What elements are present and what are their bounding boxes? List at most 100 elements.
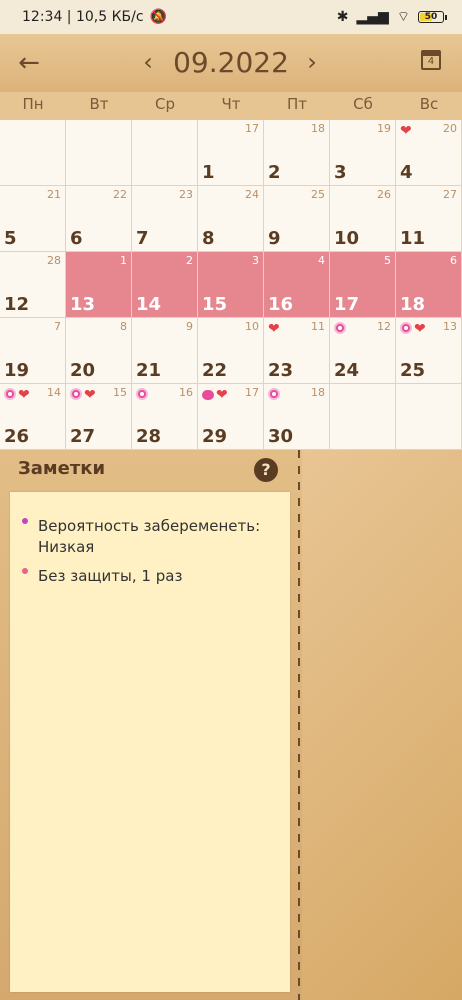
calendar-day-cell[interactable]: 8 20 [66, 318, 132, 384]
calendar-day-cell[interactable]: 16 28 [132, 384, 198, 450]
calendar-day-cell[interactable]: 9 21 [132, 318, 198, 384]
day-markers: ❤ [202, 388, 228, 402]
header: ← ‹ 09.2022 › 4 [0, 34, 462, 92]
bluetooth-icon: ✱ [336, 9, 349, 25]
calendar-day-cell[interactable]: 13 25 ❤ [396, 318, 462, 384]
cycle-day-label: 10 [245, 320, 259, 333]
day-markers: ❤ [400, 322, 426, 336]
heart-icon: ❤ [18, 387, 30, 403]
flower-icon [70, 388, 82, 400]
calendar-day-cell[interactable]: 26 10 [330, 186, 396, 252]
cycle-day-label: 13 [443, 320, 457, 333]
calendar-day-cell[interactable]: 18 30 [264, 384, 330, 450]
cycle-day-label: 21 [47, 188, 61, 201]
calendar-day-cell[interactable]: 10 22 [198, 318, 264, 384]
question-circle-icon[interactable]: ? [254, 458, 278, 482]
day-number: 3 [334, 162, 347, 183]
calendar-day-cell [0, 120, 66, 186]
cycle-day-label: 7 [54, 320, 61, 333]
flower-icon [400, 322, 412, 334]
calendar-day-cell [132, 120, 198, 186]
calendar-day-cell[interactable]: 20 4 ❤ [396, 120, 462, 186]
calendar-day-cell [66, 120, 132, 186]
calendar-day-cell[interactable]: 17 1 [198, 120, 264, 186]
day-number: 20 [70, 360, 96, 381]
calendar-grid: 17 1 18 2 19 3 20 4 ❤ 21 5 22 6 23 7 24 8 25 9 26 10 27 11 28 12… [0, 120, 462, 450]
weekday-wed: Ср [155, 95, 175, 113]
cycle-day-label: 28 [47, 254, 61, 267]
calendar-day-cell[interactable]: 28 12 [0, 252, 66, 318]
cycle-day-label: 26 [377, 188, 391, 201]
calendar-day-cell[interactable]: 11 23 ❤ [264, 318, 330, 384]
flower-icon [268, 388, 280, 400]
note-item: Без защиты, 1 раз [22, 566, 282, 587]
calendar-day-cell[interactable]: 12 24 [330, 318, 396, 384]
cycle-day-label: 1 [120, 254, 127, 267]
cycle-day-label: 4 [318, 254, 325, 267]
calendar-day-cell[interactable]: 25 9 [264, 186, 330, 252]
wifi-icon: ⌔ [396, 9, 410, 25]
day-number: 10 [334, 228, 360, 249]
calendar-day-cell[interactable]: 23 7 [132, 186, 198, 252]
calendar-day-cell[interactable]: 2 14 [132, 252, 198, 318]
today-button[interactable]: 4 [421, 46, 445, 70]
calendar-day-cell[interactable]: 27 11 [396, 186, 462, 252]
day-number: 14 [136, 294, 162, 315]
weekday-sun: Вс [419, 95, 439, 113]
calendar-day-cell[interactable]: 17 29 ❤ [198, 384, 264, 450]
day-markers: ❤ [70, 388, 96, 402]
notes-title: Заметки [18, 458, 106, 479]
status-time: 12:34 | 10,5 КБ/с [22, 9, 144, 25]
calendar-day-cell[interactable]: 5 17 [330, 252, 396, 318]
cycle-day-label: 27 [443, 188, 457, 201]
cycle-day-label: 17 [245, 386, 259, 399]
day-markers [268, 388, 280, 400]
day-number: 2 [268, 162, 281, 183]
calendar-day-cell[interactable]: 6 18 [396, 252, 462, 318]
day-number: 9 [268, 228, 281, 249]
weekday-sat: Сб [353, 95, 373, 113]
calendar-day-cell [396, 384, 462, 450]
day-number: 17 [334, 294, 360, 315]
calendar-day-cell[interactable]: 7 19 [0, 318, 66, 384]
notes-panel: Заметки ? Вероятность забеременеть: Низк… [0, 450, 302, 1000]
cycle-day-label: 15 [113, 386, 127, 399]
calendar-day-cell[interactable]: 4 16 [264, 252, 330, 318]
calendar-day-cell[interactable]: 22 6 [66, 186, 132, 252]
stitch-divider [298, 450, 300, 1000]
flower-icon [4, 388, 16, 400]
heart-icon: ❤ [216, 387, 228, 403]
calendar-day-cell[interactable]: 15 27 ❤ [66, 384, 132, 450]
day-number: 25 [400, 360, 426, 381]
calendar-day-cell[interactable]: 18 2 [264, 120, 330, 186]
weekday-header: Пн Вт Ср Чт Пт Сб Вс [0, 92, 462, 120]
day-markers: ❤ [400, 124, 412, 138]
cycle-day-label: 12 [377, 320, 391, 333]
cycle-day-label: 18 [311, 386, 325, 399]
day-number: 21 [136, 360, 162, 381]
weekday-mon: Пн [22, 95, 44, 113]
calendar-day-cell[interactable]: 24 8 [198, 186, 264, 252]
day-number: 29 [202, 426, 228, 447]
leather-background [302, 450, 462, 1000]
next-month-button[interactable]: › [302, 50, 322, 76]
calendar-day-cell[interactable]: 1 13 [66, 252, 132, 318]
cycle-day-label: 24 [245, 188, 259, 201]
notes-paper[interactable]: Вероятность забеременеть: Низкая Без защ… [10, 492, 290, 992]
arrow-left-icon: ← [18, 48, 40, 78]
day-markers [136, 388, 148, 400]
calendar-day-cell[interactable]: 19 3 [330, 120, 396, 186]
calendar-day-cell[interactable]: 3 15 [198, 252, 264, 318]
day-number: 13 [70, 294, 96, 315]
status-bar: 12:34 | 10,5 КБ/с 🔕 ✱ ▂▄▆ ⌔ 50 [0, 0, 462, 34]
calendar-day-cell[interactable]: 14 26 ❤ [0, 384, 66, 450]
calendar-day-cell[interactable]: 21 5 [0, 186, 66, 252]
day-number: 6 [70, 228, 83, 249]
prev-month-button[interactable]: ‹ [138, 50, 158, 76]
day-number: 22 [202, 360, 228, 381]
month-title: 09.2022 [173, 46, 289, 79]
weekday-fri: Пт [286, 95, 308, 113]
day-markers: ❤ [4, 388, 30, 402]
back-button[interactable]: ← [14, 48, 44, 78]
flower-icon [334, 322, 346, 334]
